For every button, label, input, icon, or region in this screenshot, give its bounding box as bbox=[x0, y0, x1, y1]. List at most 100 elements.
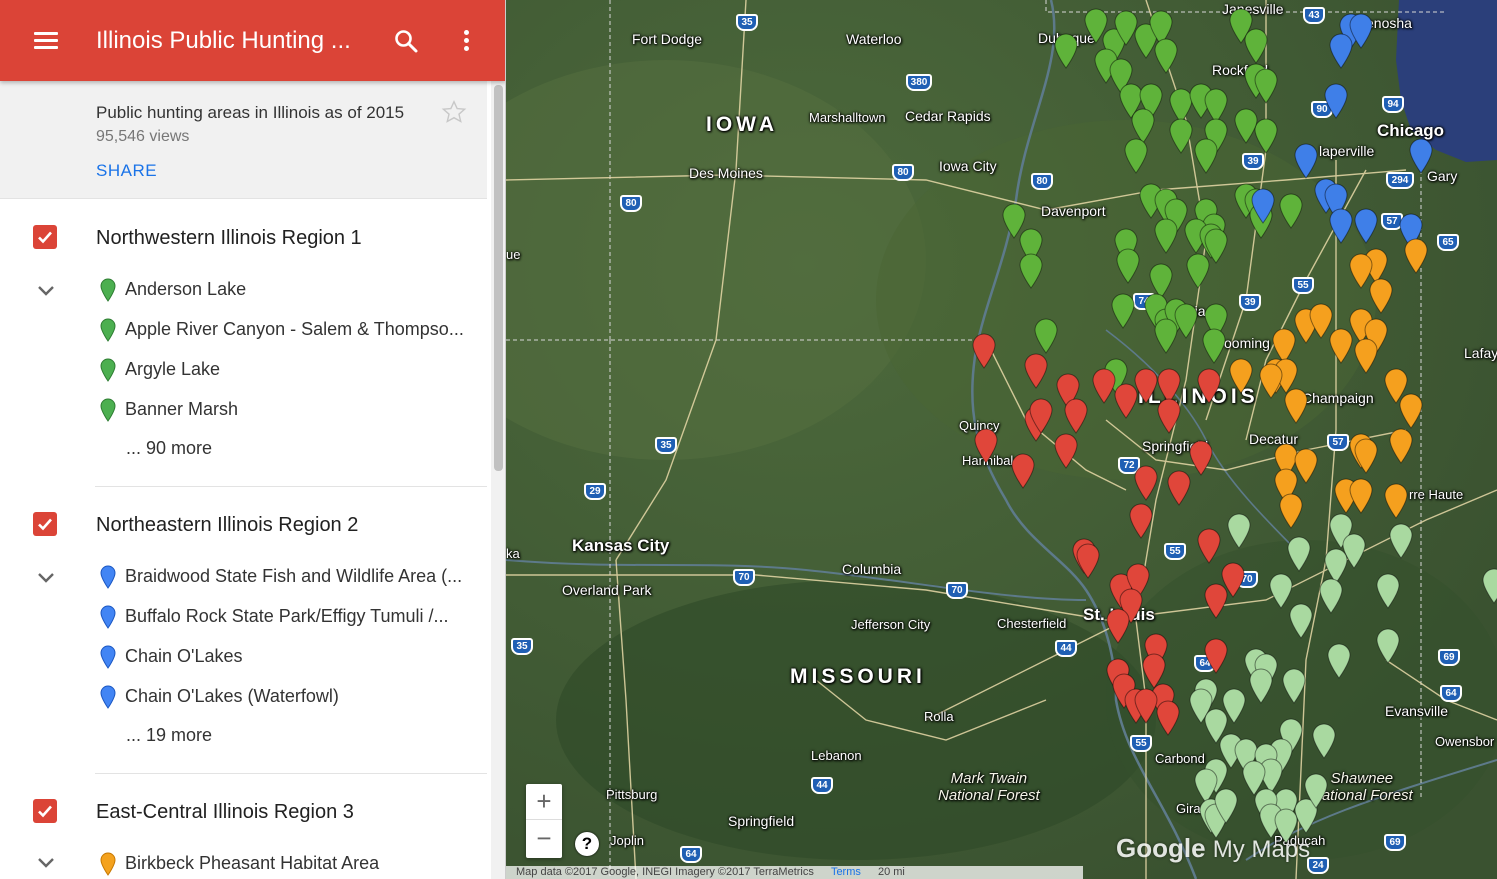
map-pin-region1[interactable] bbox=[1194, 138, 1218, 174]
show-more-link[interactable]: ... 19 more bbox=[126, 725, 212, 746]
map-pin-region3[interactable] bbox=[1389, 428, 1413, 464]
layer-title[interactable]: East-Central Illinois Region 3 bbox=[96, 801, 354, 824]
list-item[interactable]: Banner Marsh bbox=[100, 396, 470, 424]
map-pin-region1[interactable] bbox=[1279, 193, 1303, 229]
map-pin-region4[interactable] bbox=[1114, 383, 1138, 419]
list-item[interactable]: Braidwood State Fish and Wildlife Area (… bbox=[100, 563, 470, 591]
map-pin-region1[interactable] bbox=[1124, 138, 1148, 174]
map-pin-region5[interactable] bbox=[1227, 513, 1251, 549]
map-pin-region5[interactable] bbox=[1319, 578, 1343, 614]
map-pin-region1[interactable] bbox=[1154, 318, 1178, 354]
map-pin-region4[interactable] bbox=[1157, 398, 1181, 434]
map-pin-region3[interactable] bbox=[1369, 278, 1393, 314]
chevron-down-icon[interactable] bbox=[36, 284, 56, 298]
map-pin-region2[interactable] bbox=[1251, 188, 1275, 224]
map-pin-region4[interactable] bbox=[1134, 465, 1158, 501]
map-pin-region5[interactable] bbox=[1312, 723, 1336, 759]
map-pin-region4[interactable] bbox=[1134, 688, 1158, 724]
map-pin-region4[interactable] bbox=[1167, 470, 1191, 506]
map-pin-region1[interactable] bbox=[1234, 108, 1258, 144]
list-item[interactable]: Apple River Canyon - Salem & Thompso... bbox=[100, 316, 470, 344]
layer-checkbox[interactable] bbox=[33, 225, 57, 249]
list-item[interactable]: Argyle Lake bbox=[100, 356, 470, 384]
map-pin-region1[interactable] bbox=[1054, 33, 1078, 69]
list-item[interactable]: Chain O'Lakes (Waterfowl) bbox=[100, 683, 470, 711]
map-pin-region4[interactable] bbox=[1189, 440, 1213, 476]
map-pin-region4[interactable] bbox=[1221, 562, 1245, 598]
map-pin-region1[interactable] bbox=[1116, 248, 1140, 284]
map-pin-region3[interactable] bbox=[1349, 478, 1373, 514]
map-pin-region4[interactable] bbox=[1129, 503, 1153, 539]
map-pin-region4[interactable] bbox=[1197, 528, 1221, 564]
map-pin-region2[interactable] bbox=[1294, 143, 1318, 179]
map-pin-region3[interactable] bbox=[1354, 338, 1378, 374]
map-pin-region1[interactable] bbox=[1169, 118, 1193, 154]
map-pin-region5[interactable] bbox=[1304, 773, 1328, 809]
map-pin-region1[interactable] bbox=[1186, 253, 1210, 289]
layer-checkbox[interactable] bbox=[33, 512, 57, 536]
map-pin-region3[interactable] bbox=[1259, 363, 1283, 399]
map-pin-region4[interactable] bbox=[1029, 398, 1053, 434]
list-item[interactable]: Anderson Lake bbox=[100, 276, 470, 304]
map-pin-region5[interactable] bbox=[1376, 573, 1400, 609]
map-pin-region4[interactable] bbox=[1204, 638, 1228, 674]
map-pin-region2[interactable] bbox=[1324, 83, 1348, 119]
map-pin-region5[interactable] bbox=[1327, 643, 1351, 679]
search-icon[interactable] bbox=[393, 28, 419, 54]
map-pin-region1[interactable] bbox=[1244, 28, 1268, 64]
map-pin-region2[interactable] bbox=[1409, 138, 1433, 174]
map-pin-region5[interactable] bbox=[1482, 568, 1497, 604]
map-pin-region1[interactable] bbox=[1019, 253, 1043, 289]
zoom-out-button[interactable]: − bbox=[526, 821, 562, 857]
menu-icon[interactable] bbox=[34, 29, 58, 53]
map-pin-region3[interactable] bbox=[1404, 238, 1428, 274]
list-item[interactable]: Buffalo Rock State Park/Effigy Tumuli /.… bbox=[100, 603, 470, 631]
map-pin-region4[interactable] bbox=[1054, 433, 1078, 469]
map-pin-region5[interactable] bbox=[1214, 788, 1238, 824]
map-pin-region1[interactable] bbox=[1154, 38, 1178, 74]
map-pin-region3[interactable] bbox=[1384, 483, 1408, 519]
terms-link[interactable]: Terms bbox=[831, 866, 861, 878]
map-pin-region4[interactable] bbox=[1024, 353, 1048, 389]
map-pin-region1[interactable] bbox=[1202, 328, 1226, 364]
map-pin-region4[interactable] bbox=[1011, 453, 1035, 489]
chevron-down-icon[interactable] bbox=[36, 571, 56, 585]
map-canvas[interactable]: IOWA MISSOURI ILLINOIS Fort Dodge Waterl… bbox=[506, 0, 1497, 879]
map-pin-region3[interactable] bbox=[1354, 438, 1378, 474]
map-pin-region3[interactable] bbox=[1384, 368, 1408, 404]
map-pin-region2[interactable] bbox=[1354, 208, 1378, 244]
map-pin-region1[interactable] bbox=[1111, 293, 1135, 329]
map-pin-region5[interactable] bbox=[1389, 523, 1413, 559]
layer-title[interactable]: Northwestern Illinois Region 1 bbox=[96, 227, 362, 250]
share-button[interactable]: SHARE bbox=[96, 161, 157, 181]
map-pin-region4[interactable] bbox=[1106, 608, 1130, 644]
map-pin-region4[interactable] bbox=[1197, 368, 1221, 404]
map-pin-region2[interactable] bbox=[1329, 33, 1353, 69]
list-item[interactable]: Chain O'Lakes bbox=[100, 643, 470, 671]
map-pin-region5[interactable] bbox=[1287, 536, 1311, 572]
list-item[interactable]: Birkbeck Pheasant Habitat Area bbox=[100, 850, 470, 878]
chevron-down-icon[interactable] bbox=[36, 856, 56, 870]
map-pin-region3[interactable] bbox=[1279, 493, 1303, 529]
map-pin-region4[interactable] bbox=[1064, 398, 1088, 434]
show-more-link[interactable]: ... 90 more bbox=[126, 438, 212, 459]
map-pin-region5[interactable] bbox=[1282, 668, 1306, 704]
layer-checkbox[interactable] bbox=[33, 799, 57, 823]
scrollbar-thumb[interactable] bbox=[494, 85, 503, 471]
map-pin-region3[interactable] bbox=[1229, 358, 1253, 394]
map-pin-region1[interactable] bbox=[1154, 218, 1178, 254]
map-pin-region5[interactable] bbox=[1376, 628, 1400, 664]
map-pin-region4[interactable] bbox=[1092, 368, 1116, 404]
map-pin-region1[interactable] bbox=[1254, 68, 1278, 104]
map-pin-region4[interactable] bbox=[974, 428, 998, 464]
more-vert-icon[interactable] bbox=[458, 28, 474, 54]
map-pin-region3[interactable] bbox=[1329, 328, 1353, 364]
star-outline-icon[interactable] bbox=[441, 99, 467, 125]
map-pin-region2[interactable] bbox=[1329, 208, 1353, 244]
map-pin-region5[interactable] bbox=[1249, 668, 1273, 704]
map-pin-region1[interactable] bbox=[1034, 318, 1058, 354]
map-pin-region5[interactable] bbox=[1289, 603, 1313, 639]
zoom-in-button[interactable]: + bbox=[526, 784, 562, 820]
map-pin-region4[interactable] bbox=[1076, 543, 1100, 579]
map-pin-region4[interactable] bbox=[1156, 700, 1180, 736]
